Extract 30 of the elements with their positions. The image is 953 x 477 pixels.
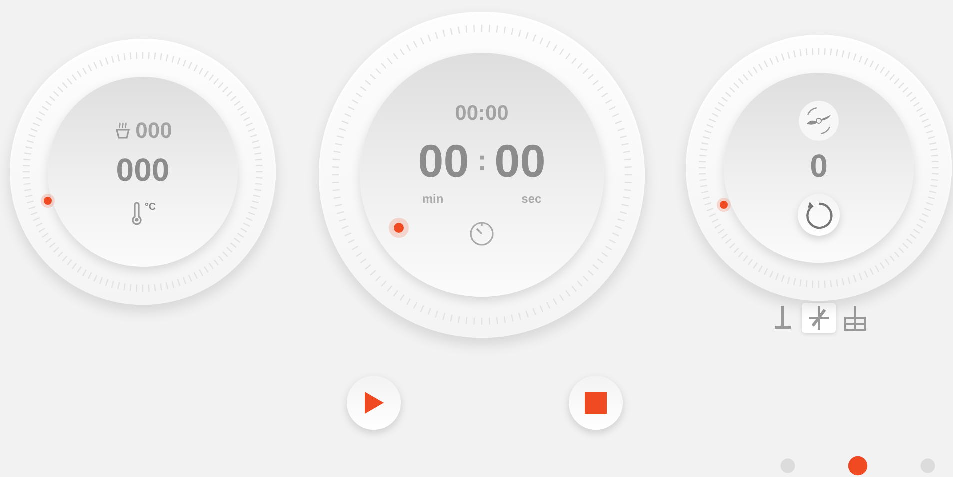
dial[interactable]: 0	[686, 35, 952, 301]
speed-reading: 0	[810, 150, 828, 182]
steaming-pot-icon	[114, 121, 132, 141]
minutes-label: min	[422, 192, 444, 206]
propeller-blade-icon	[806, 304, 832, 332]
indicator-dot	[394, 223, 404, 233]
reverse-button[interactable]	[798, 194, 840, 236]
stop-button[interactable]	[569, 376, 623, 430]
indicator-dot	[720, 201, 728, 209]
unit-label: °C	[144, 202, 156, 213]
whisk-blade-icon	[842, 304, 868, 332]
play-icon	[364, 392, 384, 414]
minutes-reading: 00	[418, 138, 470, 184]
preset-time: 00:00	[455, 102, 509, 126]
time-separator: :	[477, 145, 487, 177]
seconds-label: sec	[522, 192, 542, 206]
timer-icon	[468, 220, 496, 248]
temperature-reading: 000	[116, 154, 170, 186]
indicator-dot	[44, 197, 52, 205]
stop-icon	[585, 392, 607, 414]
hook-blade-icon	[772, 304, 794, 332]
setpoint-reading: 000	[136, 118, 172, 144]
blade-rotation-icon	[798, 100, 840, 142]
play-button[interactable]	[347, 376, 401, 430]
dial[interactable]: 000 000 °C	[10, 39, 276, 305]
blade-option[interactable]	[802, 303, 836, 333]
thermometer-icon	[130, 202, 144, 226]
seconds-reading: 00	[494, 138, 546, 184]
dial[interactable]: 00:00 00 : 00 min sec	[319, 12, 645, 338]
page-dot[interactable]	[848, 456, 868, 476]
